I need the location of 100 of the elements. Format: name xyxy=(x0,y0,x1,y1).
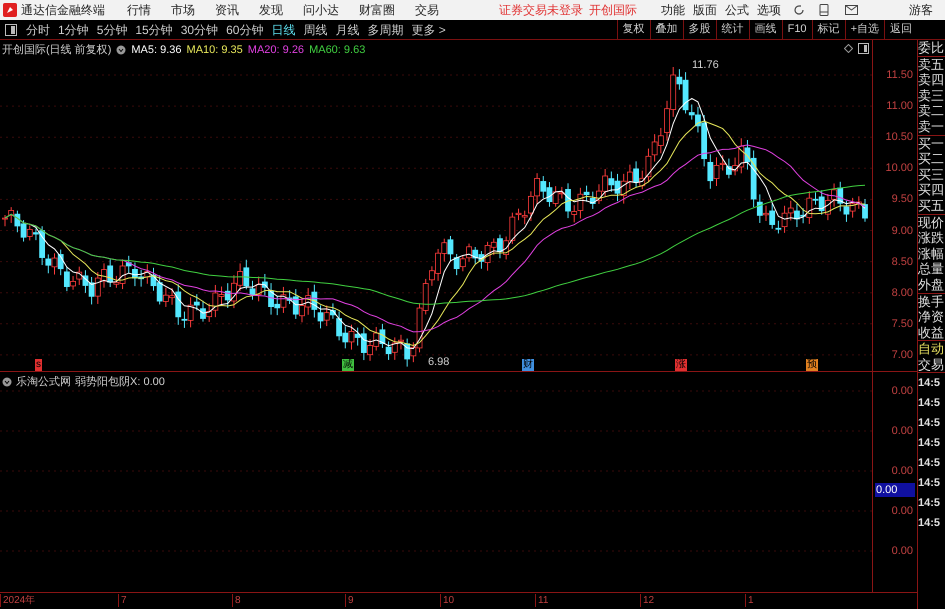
axis-label: 12 xyxy=(640,594,654,607)
menu-item[interactable]: 资讯 xyxy=(205,3,249,17)
axis-label: 0.00 xyxy=(892,545,913,557)
tool-button[interactable]: F10 xyxy=(782,20,812,39)
quote-label: 委比 xyxy=(918,40,945,56)
period-tab[interactable]: 多周期 xyxy=(363,20,408,38)
legend-label: MA10: 9.35 xyxy=(186,43,243,58)
axis-label: 9 xyxy=(345,594,354,607)
quote-label: 买二 xyxy=(918,151,945,167)
panel-toggle-icon[interactable] xyxy=(858,43,869,54)
trade-time: 14:5 xyxy=(918,396,942,412)
trade-time: 14:5 xyxy=(918,436,942,452)
tool-button[interactable]: 复权 xyxy=(616,20,650,39)
axis-label: 8.50 xyxy=(892,256,913,268)
menu-item[interactable]: 交易 xyxy=(405,3,449,17)
user-name[interactable]: 游客 xyxy=(909,3,933,17)
refresh-icon[interactable] xyxy=(793,4,805,16)
axis-label: 7 xyxy=(118,594,127,607)
tool-button[interactable]: 画线 xyxy=(748,20,782,39)
axis-label: 0.00 xyxy=(892,465,913,477)
trade-time: 14:5 xyxy=(918,376,942,392)
mail-icon[interactable] xyxy=(845,5,858,15)
tool-button[interactable]: 多股 xyxy=(682,20,716,39)
quote-label: 卖五 xyxy=(918,56,945,72)
period-tab[interactable]: 月线 xyxy=(331,20,364,38)
quote-label: 换手 xyxy=(918,294,945,310)
quote-label: 卖一 xyxy=(918,118,945,135)
menu-item[interactable]: 版面 xyxy=(689,3,721,17)
period-tab[interactable]: 分时 xyxy=(22,20,54,38)
period-tab[interactable]: 60分钟 xyxy=(222,20,268,38)
axis-label: 0.00 xyxy=(892,425,913,437)
trade-time: 14:5 xyxy=(918,496,942,512)
event-marker[interactable]: 涨 xyxy=(675,359,687,371)
event-marker[interactable]: s xyxy=(35,359,42,371)
tool-button[interactable]: 标记 xyxy=(812,20,845,39)
quote-label: 涨跌 xyxy=(918,230,945,246)
trade-time: 14:5 xyxy=(918,416,942,432)
quote-label: 买五 xyxy=(918,198,945,214)
period-tab[interactable]: 30分钟 xyxy=(176,20,222,38)
cursor-value: 0.00 xyxy=(875,483,915,497)
chart-title: 开创国际(日线 前复权) xyxy=(2,43,112,58)
trade-time: 14:5 xyxy=(918,476,942,492)
quote-label: 卖二 xyxy=(918,103,945,119)
quote-label: 买三 xyxy=(918,166,945,182)
menu-item[interactable]: 发现 xyxy=(249,3,293,17)
axis-label: 7.00 xyxy=(892,348,913,361)
auto-trade-label[interactable]: 自动 xyxy=(918,341,945,357)
login-notice: 证券交易未登录 xyxy=(499,3,583,17)
event-marker[interactable]: 预 xyxy=(806,359,818,371)
period-tab[interactable]: 5分钟 xyxy=(92,20,132,38)
diamond-icon[interactable] xyxy=(844,44,853,53)
tool-button[interactable]: 叠加 xyxy=(650,20,683,39)
menu-item[interactable]: 问小达 xyxy=(293,3,349,17)
dropdown-icon[interactable] xyxy=(2,377,12,388)
dropdown-icon[interactable] xyxy=(116,45,126,56)
legend-label: MA5: 9.36 xyxy=(131,43,182,58)
tool-button[interactable]: +自选 xyxy=(844,20,884,39)
high-price-label: 11.76 xyxy=(692,58,719,73)
axis-label: 11.50 xyxy=(886,69,913,81)
app-logo-icon xyxy=(3,3,17,17)
quote-label: 现价 xyxy=(918,214,945,230)
period-tab[interactable]: 15分钟 xyxy=(131,20,177,38)
axis-label: 1 xyxy=(745,594,754,607)
quote-label: 涨幅 xyxy=(918,246,945,262)
menu-item[interactable]: 功能 xyxy=(657,3,689,17)
tool-button[interactable]: 统计 xyxy=(716,20,749,39)
axis-label: 8.00 xyxy=(892,286,913,299)
period-tab[interactable]: 更多 > xyxy=(407,20,450,38)
formula-value: 弱势阳包阴X: 0.00 xyxy=(75,374,165,390)
axis-label: 2024年 xyxy=(0,594,36,607)
quote-label: 收益 xyxy=(918,324,945,340)
axis-label: 9.00 xyxy=(892,224,913,236)
axis-label: 10.50 xyxy=(885,131,913,144)
formula-source: 乐淘公式网 xyxy=(16,375,71,390)
legend-label: MA20: 9.26 xyxy=(248,43,304,58)
low-price-label: 6.98 xyxy=(428,355,450,370)
trade-time: 14:5 xyxy=(918,456,942,472)
event-marker[interactable]: 减 xyxy=(342,359,354,371)
quote-label: 卖四 xyxy=(918,72,945,88)
menu-item[interactable]: 财富圈 xyxy=(349,3,405,17)
axis-label: 11 xyxy=(535,594,548,607)
legend-label: MA60: 9.63 xyxy=(309,43,366,58)
quote-label: 买一 xyxy=(918,136,945,152)
axis-label: 10 xyxy=(440,594,454,607)
app-title: 通达信金融终端 xyxy=(21,3,105,17)
axis-label: 9.50 xyxy=(892,193,913,206)
menu-item[interactable]: 行情 xyxy=(117,3,161,17)
period-tab[interactable]: 日线 xyxy=(267,20,300,38)
period-tab[interactable]: 1分钟 xyxy=(54,20,93,38)
event-marker[interactable]: 财 xyxy=(522,359,534,371)
period-tab[interactable]: 周线 xyxy=(299,20,332,38)
menu-item[interactable]: 公式 xyxy=(721,3,753,17)
quote-label: 净资 xyxy=(918,309,945,325)
quote-label: 外盘 xyxy=(918,276,945,292)
axis-label: 0.00 xyxy=(892,385,913,397)
menu-item[interactable]: 选项 xyxy=(753,3,785,17)
tool-button[interactable]: 返回 xyxy=(884,20,917,39)
phone-icon[interactable] xyxy=(819,4,829,16)
panel-toggle-icon[interactable] xyxy=(5,24,17,36)
menu-item[interactable]: 市场 xyxy=(161,3,205,17)
